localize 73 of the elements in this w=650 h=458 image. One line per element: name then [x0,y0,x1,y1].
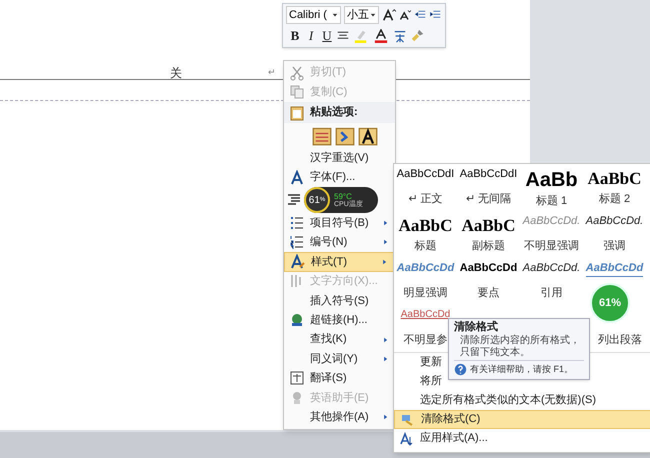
style-sample[interactable]: AaBbC [398,215,452,236]
menu-item[interactable]: 汉字重选(V) [284,148,395,168]
menu-item[interactable]: 查找(K) [284,330,395,350]
caret-icon [332,12,338,18]
menu-item[interactable]: 清除格式(C) [394,410,650,429]
menu-item[interactable]: 样式(T) [284,252,395,272]
style-sample[interactable]: AaBbCcDdI [460,168,518,182]
style-sample[interactable]: AaBb [525,168,578,193]
menu-item[interactable]: 翻译(S) [284,368,395,388]
menu-item[interactable]: 超链接(H)... [284,310,395,330]
tooltip-title: 清除格式 [454,321,499,334]
menu-item[interactable]: 选定所有格式类似的文本(无数据)(S) [394,391,650,410]
brush-icon [411,29,424,42]
bold-button[interactable]: B [289,26,301,46]
apply-styles-icon [399,430,415,446]
style-caption: 引用 [540,286,562,300]
heading-text: 关 [170,65,182,82]
style-sample[interactable]: AaBbCcDd [586,262,644,277]
styles-icon [290,254,306,270]
translate-icon [289,370,305,386]
style-caption: 强调 [604,238,626,254]
style-sample[interactable]: AaBbCcDd. [522,262,580,276]
grow-font-icon [382,8,396,22]
style-caption: 标题 2 [598,192,630,206]
style-sample[interactable]: AaBbC [462,215,516,236]
menu-item[interactable]: 其他操作(A) [284,408,395,427]
bullet-list-icon [289,215,305,231]
style-sample[interactable]: AaBbCcDd. [522,215,580,229]
font-size-dropdown[interactable]: 小五 [344,6,379,24]
style-caption: 标题 1 [536,194,568,209]
style-caption: 副标题 [472,238,505,254]
caret-icon [370,12,376,18]
tooltip-help: 有关详细帮助，请按 F1。 [470,363,574,376]
italic-button[interactable]: I [305,26,317,46]
style-caption: 不明显参 [404,332,448,348]
font-name-dropdown[interactable]: Calibri ( [286,6,341,24]
style-sample[interactable]: AaBbCcDd [396,262,454,276]
letter-a-icon [289,170,305,186]
underline-button[interactable]: U [321,26,333,46]
clipboard-icon [289,104,305,121]
align-center-icon [337,30,349,42]
merge-formatting-paste-icon [335,126,355,146]
temperature-text: 59°C [334,192,352,201]
style-caption: ↵ 无间隔 [466,192,512,206]
menu-item[interactable]: 插入符号(S) [284,291,395,310]
style-sample[interactable]: AaBbCcDdI [396,168,454,182]
style-caption: 标题 [414,238,436,254]
style-sample[interactable]: AaBbCcDd [400,309,450,322]
style-caption: 列出段落 [598,332,642,348]
highlighter-icon [353,28,369,43]
style-sample[interactable]: AaBbCcDd. [586,215,644,229]
text-only-paste-icon [358,126,378,146]
tooltip-body: 清除所选内容的所有格式，只留下纯文本。 [460,335,581,359]
keep-formatting-paste-icon [312,126,332,146]
numbered-list-icon [289,234,305,250]
menu-item[interactable]: 同义词(Y) [284,349,395,369]
copy-icon [289,84,305,100]
style-caption: 不明显强调 [524,238,579,254]
style-sample[interactable]: AaBbC [588,168,642,190]
menu-item[interactable]: 应用样式(A)... [394,429,650,448]
menu-item[interactable]: 项目符号(B) [284,213,395,233]
shrink-font-icon [399,9,411,21]
menu-item[interactable]: 编号(N) [284,232,395,252]
style-caption: 要点 [478,286,500,300]
paragraph-mark: ↵ [268,66,276,79]
menu-item[interactable]: 字体(F)... [284,168,395,188]
scissors-icon [289,64,305,81]
style-sample[interactable]: AaBbCcDd [460,262,518,276]
help-icon [454,363,467,376]
paste-options-header: 粘贴选项: [310,104,358,120]
style-caption: 明显强调 [404,286,448,300]
style-caption: ↵ 正文 [408,192,443,206]
font-color-icon [373,28,389,43]
